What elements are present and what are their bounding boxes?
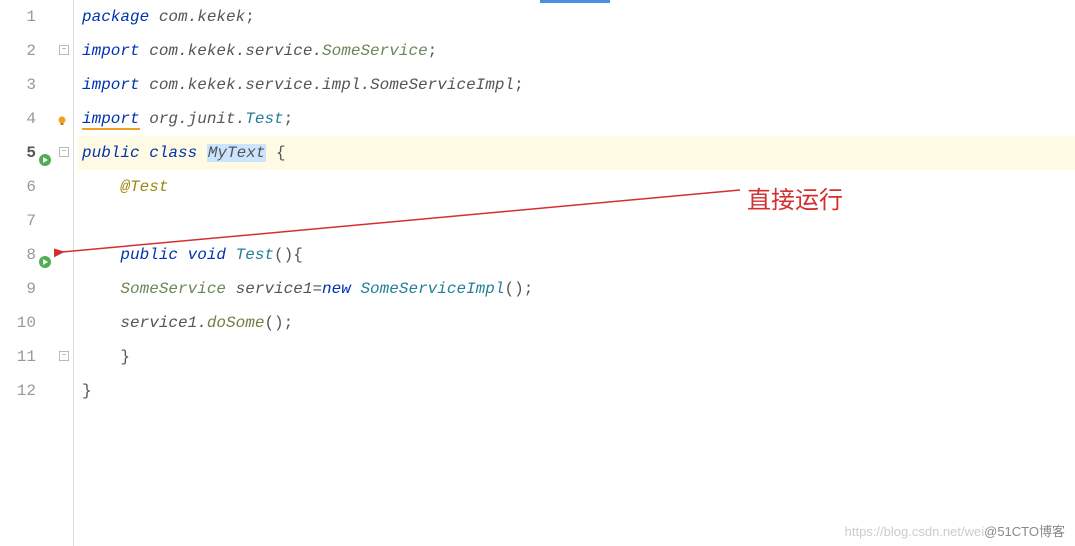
class-ref: SomeService [322,42,428,60]
keyword-import: import [82,110,140,130]
type-ref: SomeService [120,280,226,298]
code-editor: 1 2 3 4 5 6 7 8 9 10 11 12 − − − packag [0,0,1075,546]
annotation-text: 直接运行 [747,180,843,215]
semicolon: ; [428,42,438,60]
intention-bulb-icon[interactable] [57,113,67,123]
code-line[interactable]: SomeService service1=new SomeServiceImpl… [78,272,1075,306]
class-ref: SomeServiceImpl [370,76,514,94]
variable-assign: service1= [226,280,322,298]
line-number[interactable]: 10 [0,306,50,340]
folding-margin[interactable]: − − − [56,0,74,546]
semicolon: ; [514,76,524,94]
keyword-public: public [120,246,178,264]
line-number[interactable]: 1 [0,0,50,34]
line-number[interactable]: 9 [0,272,50,306]
code-line[interactable]: service1.doSome(); [78,306,1075,340]
code-line[interactable]: import com.kekek.service.SomeService; [78,34,1075,68]
paren-brace: (){ [274,246,303,264]
keyword-import: import [82,76,140,94]
variable-ref: service1. [120,314,206,332]
import-path: org.junit. [140,110,246,128]
code-line[interactable]: @Test [78,170,1075,204]
line-number[interactable]: 5 [0,136,50,170]
watermark-brand: @51CTO博客 [984,524,1065,539]
keyword-import: import [82,42,140,60]
brace-close: } [82,382,92,400]
code-line[interactable]: } [78,340,1075,374]
run-gutter-icon[interactable] [38,146,52,160]
constructor-call: SomeServiceImpl [360,280,504,298]
keyword-new: new [322,280,360,298]
semicolon: ; [284,110,294,128]
import-path: com.kekek.service.impl. [140,76,370,94]
code-line[interactable]: } [78,374,1075,408]
watermark-url: https://blog.csdn.net/wei [845,524,984,539]
import-path: com.kekek.service. [140,42,322,60]
fold-toggle-icon[interactable]: − [59,45,69,55]
code-line-current[interactable]: public class MyText { [78,136,1075,170]
package-path: com.kekek [149,8,245,26]
run-gutter-icon[interactable] [38,248,52,262]
code-line[interactable] [78,204,1075,238]
code-content-area[interactable]: package com.kekek; import com.kekek.serv… [74,0,1075,546]
line-number[interactable]: 2 [0,34,50,68]
line-number[interactable]: 12 [0,374,50,408]
brace: { [266,144,285,162]
keyword-void: void [178,246,236,264]
fold-toggle-icon[interactable]: − [59,147,69,157]
line-number[interactable]: 7 [0,204,50,238]
line-number[interactable]: 4 [0,102,50,136]
paren-semi: (); [504,280,533,298]
brace-close: } [120,348,130,366]
code-line[interactable]: public void Test(){ [78,238,1075,272]
keyword-class: class [140,144,207,162]
line-number-gutter[interactable]: 1 2 3 4 5 6 7 8 9 10 11 12 [0,0,56,546]
watermark: https://blog.csdn.net/wei@51CTO博客 [845,521,1065,540]
class-name-selected: MyText [207,144,267,162]
line-number[interactable]: 8 [0,238,50,272]
line-number[interactable]: 3 [0,68,50,102]
keyword-package: package [82,8,149,26]
line-number[interactable]: 6 [0,170,50,204]
code-line[interactable]: import org.junit.Test; [78,102,1075,136]
keyword-public: public [82,144,140,162]
fold-toggle-icon[interactable]: − [59,351,69,361]
annotation-test: @Test [120,178,168,196]
line-number[interactable]: 11 [0,340,50,374]
code-line[interactable]: import com.kekek.service.impl.SomeServic… [78,68,1075,102]
class-ref: Test [245,110,283,128]
method-call: doSome [207,314,265,332]
semicolon: ; [245,8,255,26]
method-name: Test [236,246,274,264]
code-line[interactable]: package com.kekek; [78,0,1075,34]
paren-semi: (); [264,314,293,332]
